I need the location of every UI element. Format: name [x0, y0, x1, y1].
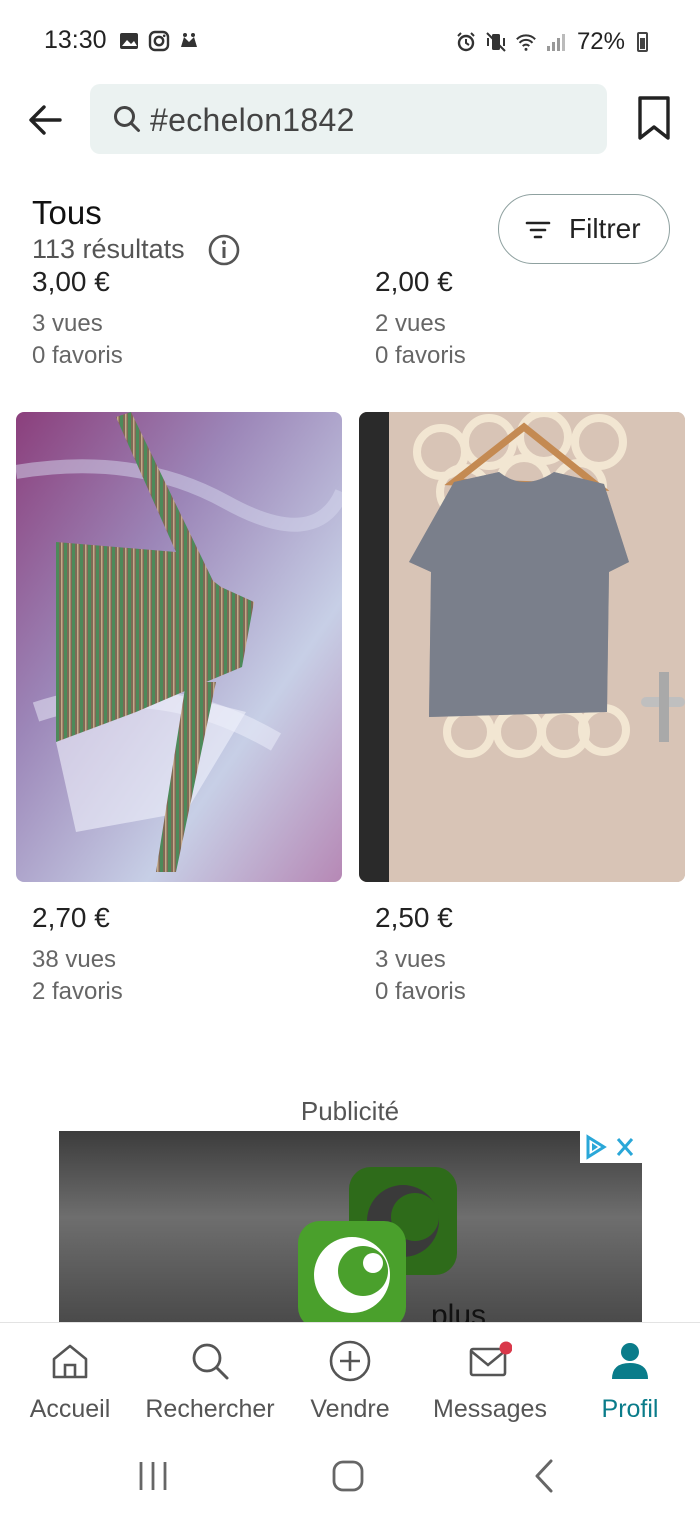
item-price: 2,50 €: [375, 902, 453, 933]
battery-icon: [637, 32, 648, 52]
nav-label: Accueil: [29, 1395, 111, 1423]
nav-label: Rechercher: [145, 1395, 275, 1423]
item-price: 2,70 €: [32, 902, 110, 933]
vibrate-icon: [486, 32, 506, 52]
mail-icon: [469, 1341, 512, 1377]
search-icon: [114, 106, 140, 132]
item-views: 3 vues: [32, 310, 103, 337]
ad-banner[interactable]: plus: [59, 1131, 642, 1323]
item-price: 3,00 €: [32, 268, 110, 297]
recent-apps-icon[interactable]: [133, 1456, 173, 1496]
wifi-icon: [516, 34, 536, 51]
clipped-row: 3,00 € 2,00 €: [0, 268, 700, 298]
search-query: #echelon1842: [150, 102, 355, 138]
instagram-icon: [148, 30, 170, 52]
signal-icon: [546, 34, 565, 51]
filter-icon: [525, 221, 551, 239]
status-icons-right: 72%: [455, 28, 648, 56]
info-icon[interactable]: [207, 233, 241, 267]
item-meta: 2 vues 0 favoris: [375, 308, 466, 372]
item-meta: 3 vues 0 favoris: [32, 308, 123, 372]
home-button-icon[interactable]: [328, 1456, 368, 1496]
home-icon: [52, 1344, 88, 1379]
search-icon: [192, 1343, 229, 1380]
filter-button[interactable]: Filtrer: [498, 194, 670, 264]
battery-percent: 72%: [576, 28, 625, 55]
status-time: 13:30: [44, 26, 107, 54]
item-meta: 3 vues 0 favoris: [375, 944, 466, 1008]
alarm-icon: [457, 32, 475, 52]
product-image[interactable]: [359, 412, 685, 882]
ad-partial-text: plus: [431, 1299, 487, 1323]
product-photo-striped-top: [16, 412, 342, 882]
system-nav-bar: [0, 1432, 700, 1518]
item-favorites: 0 favoris: [375, 342, 466, 369]
item-views: 2 vues: [375, 310, 446, 337]
ad-label: Publicité: [300, 1096, 400, 1126]
gallery-icon: [120, 33, 138, 49]
bookmark-icon[interactable]: [632, 94, 676, 144]
results-title: Tous: [32, 194, 102, 231]
item-favorites: 0 favoris: [32, 342, 123, 369]
ad-app-logo: [298, 1167, 457, 1323]
product-image[interactable]: [16, 412, 342, 882]
nav-item-profil[interactable]: Profil: [560, 1323, 700, 1433]
nav-label: Profil: [601, 1395, 659, 1423]
results-count: 113 résultats: [32, 234, 185, 264]
item-meta: 38 vues 2 favoris: [32, 944, 123, 1008]
product-photo-grey-tshirt: [359, 412, 685, 882]
nav-item-vendre[interactable]: Vendre: [280, 1323, 420, 1433]
status-icons-left: [118, 30, 200, 52]
plus-circle-icon: [329, 1340, 371, 1382]
item-views: 3 vues: [375, 946, 446, 973]
status-bar: 13:30 72%: [0, 0, 700, 84]
nav-label: Vendre: [310, 1395, 390, 1423]
nav-item-rechercher[interactable]: Rechercher: [140, 1323, 280, 1433]
system-back-icon[interactable]: [525, 1456, 565, 1496]
bottom-nav: Accueil Rechercher Vendre Messages Profi…: [0, 1322, 700, 1432]
profile-icon: [612, 1343, 648, 1379]
nav-item-accueil[interactable]: Accueil: [0, 1323, 140, 1433]
item-views: 38 vues: [32, 946, 117, 973]
app-icon: [181, 33, 197, 47]
item-favorites: 0 favoris: [375, 978, 466, 1005]
item-favorites: 2 favoris: [32, 978, 123, 1005]
nav-item-messages[interactable]: Messages: [420, 1323, 560, 1433]
filter-label: Filtrer: [569, 213, 641, 244]
back-arrow-icon[interactable]: [22, 98, 70, 142]
search-input[interactable]: #echelon1842: [90, 84, 607, 154]
item-price: 2,00 €: [375, 268, 453, 297]
nav-label: Messages: [433, 1395, 547, 1423]
